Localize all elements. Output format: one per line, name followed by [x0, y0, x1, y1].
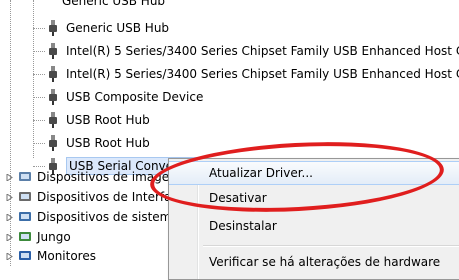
tree-category[interactable]: Dispositivos de imagem: [4, 167, 181, 187]
usb-plug-icon: [49, 43, 57, 59]
menu-item-label: Desinstalar: [209, 219, 277, 233]
menu-item-label: Atualizar Driver...: [209, 166, 313, 180]
tree-category-label: Dispositivos de imagem: [37, 170, 181, 184]
expand-arrow-icon[interactable]: [6, 214, 13, 221]
imaging-device-icon: [19, 172, 31, 181]
tree-category-label: Monitores: [37, 249, 96, 263]
usb-plug-icon: [49, 89, 57, 105]
tree-item-label: USB Root Hub: [66, 113, 150, 127]
menu-item-update-driver[interactable]: Atualizar Driver...: [169, 161, 459, 185]
expand-arrow-icon[interactable]: [6, 253, 13, 260]
monitor-icon: [19, 251, 31, 260]
usb-plug-icon: [49, 66, 57, 82]
menu-item-label: Verificar se há alterações de hardware: [209, 255, 441, 269]
tree-category-label: Dispositivos de Interface: [37, 190, 186, 204]
tree-category-label: Jungo: [37, 230, 71, 244]
usb-plug-icon: [49, 112, 57, 128]
tree-connector: [33, 0, 34, 158]
tree-category[interactable]: Jungo: [4, 227, 174, 247]
expand-arrow-icon[interactable]: [6, 194, 13, 201]
tree-item-label: USB Root Hub: [66, 136, 150, 150]
tree-category[interactable]: Monitores: [4, 246, 174, 266]
usb-plug-icon: [49, 20, 57, 36]
tree-category-label: Dispositivos de sistema: [37, 210, 179, 224]
jungo-icon: [19, 232, 31, 241]
tree-category[interactable]: Dispositivos de sistema: [4, 207, 179, 227]
system-device-icon: [19, 212, 31, 221]
menu-separator: [203, 245, 459, 247]
hid-device-icon: [19, 192, 31, 201]
menu-item-disable[interactable]: Desativar: [169, 187, 459, 209]
usb-plug-icon: [49, 135, 57, 151]
tree-item-label: USB Composite Device: [66, 90, 204, 104]
tree-item-device[interactable]: USB Composite Device: [44, 87, 459, 107]
tree-item-device[interactable]: Intel(R) 5 Series/3400 Series Chipset Fa…: [44, 64, 459, 84]
menu-item-label: Desativar: [209, 191, 267, 205]
tree-item-device[interactable]: USB Root Hub: [44, 110, 459, 130]
tree-item-label: Intel(R) 5 Series/3400 Series Chipset Fa…: [66, 67, 459, 81]
tree-item-label: Generic USB Hub: [66, 21, 170, 35]
menu-item-scan-hardware[interactable]: Verificar se há alterações de hardware: [169, 251, 459, 273]
context-menu: Atualizar Driver... Desativar Desinstala…: [168, 158, 459, 280]
tree-item-device[interactable]: USB Root Hub: [44, 133, 459, 153]
tree-item-partial[interactable]: Generic USB Hub: [62, 0, 165, 8]
tree-item-device[interactable]: Generic USB Hub: [44, 18, 459, 38]
tree-item-device[interactable]: Intel(R) 5 Series/3400 Series Chipset Fa…: [44, 41, 459, 61]
tree-item-label: Intel(R) 5 Series/3400 Series Chipset Fa…: [66, 44, 459, 58]
expand-arrow-icon[interactable]: [6, 234, 13, 241]
menu-item-uninstall[interactable]: Desinstalar: [169, 215, 459, 237]
tree-category[interactable]: Dispositivos de Interface: [4, 187, 185, 207]
expand-arrow-icon[interactable]: [6, 174, 13, 181]
